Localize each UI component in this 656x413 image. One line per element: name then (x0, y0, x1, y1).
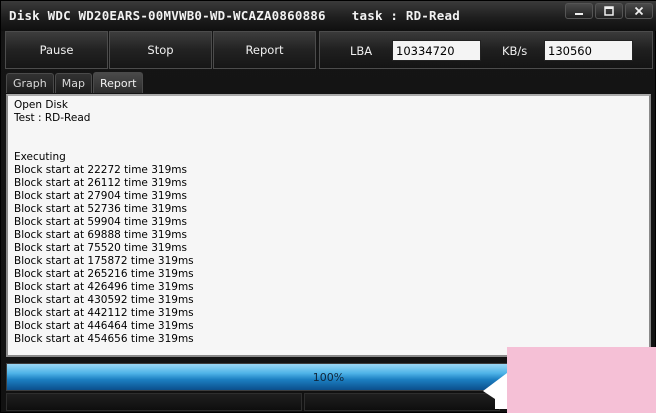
pause-button[interactable]: Pause (5, 31, 108, 69)
report-line: Block start at 75520 time 319ms (14, 242, 187, 254)
report-line: Block start at 52736 time 319ms (14, 203, 187, 215)
toolbar: Pause Stop Report LBA 10334720 KB/s 1305… (5, 31, 653, 69)
report-line: Block start at 454656 time 319ms (14, 333, 194, 345)
report-line (14, 138, 194, 151)
stop-button[interactable]: Stop (109, 31, 212, 69)
title-bar: Disk WDC WD20EARS-00MVWB0-WD-WCAZA086088… (1, 1, 656, 31)
tab-bar: Graph Map Report (6, 72, 144, 93)
kbs-field[interactable]: 130560 (544, 40, 633, 61)
disk-title: Disk WDC WD20EARS-00MVWB0-WD-WCAZA086088… (9, 8, 326, 23)
report-line: Test : RD-Read (14, 112, 91, 124)
report-line: Block start at 69888 time 319ms (14, 229, 187, 241)
report-line: Block start at 175872 time 319ms (14, 255, 194, 267)
report-line: Block start at 265216 time 319ms (14, 268, 194, 280)
status-cell (6, 393, 302, 411)
maximize-icon (604, 6, 614, 16)
window-controls (565, 3, 653, 19)
status-bar (6, 393, 500, 411)
task-title: task : RD-Read (351, 8, 460, 23)
status-cell (304, 393, 500, 411)
maximize-button[interactable] (595, 3, 623, 19)
report-line: Block start at 430592 time 319ms (14, 294, 194, 306)
report-panel: Open Disk Test : RD-Read Executing Block st… (6, 94, 651, 357)
status-fields: LBA 10334720 KB/s 130560 (319, 31, 653, 69)
report-line: Open Disk (14, 99, 68, 111)
close-icon (634, 6, 644, 16)
app-window: Disk WDC WD20EARS-00MVWB0-WD-WCAZA086088… (0, 0, 656, 413)
report-line: Block start at 442112 time 319ms (14, 307, 194, 319)
report-button[interactable]: Report (213, 31, 316, 69)
kbs-label: KB/s (502, 44, 528, 58)
report-line: Block start at 27904 time 319ms (14, 190, 187, 202)
report-line (14, 125, 194, 138)
report-line: Block start at 22272 time 319ms (14, 164, 187, 176)
report-line: Block start at 426496 time 319ms (14, 281, 194, 293)
report-line: Block start at 59904 time 319ms (14, 216, 187, 228)
report-line: Block start at 446464 time 319ms (14, 320, 194, 332)
window-title: Disk WDC WD20EARS-00MVWB0-WD-WCAZA086088… (9, 8, 460, 23)
watermark-overlay (507, 347, 656, 413)
tab-map[interactable]: Map (54, 73, 92, 93)
lba-field[interactable]: 10334720 (392, 40, 481, 61)
lba-label: LBA (350, 44, 373, 58)
minimize-icon (575, 13, 583, 15)
tab-graph[interactable]: Graph (6, 73, 54, 93)
report-log: Open Disk Test : RD-Read Executing Block st… (14, 99, 194, 346)
tab-report[interactable]: Report (92, 72, 144, 93)
minimize-button[interactable] (565, 3, 593, 19)
report-line: Block start at 26112 time 319ms (14, 177, 187, 189)
report-line: Executing (14, 151, 66, 163)
close-button[interactable] (625, 3, 653, 19)
